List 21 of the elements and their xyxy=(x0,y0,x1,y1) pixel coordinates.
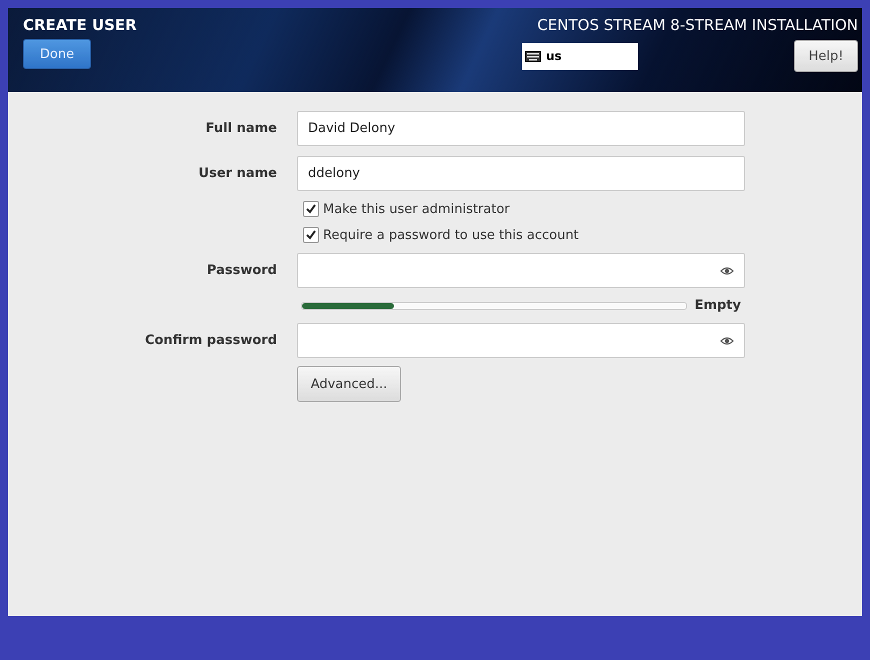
advanced-button[interactable]: Advanced... xyxy=(297,366,401,402)
checkbox-label[interactable]: Require a password to use this account xyxy=(323,228,579,242)
field-label: User name xyxy=(198,166,277,181)
field-label: Confirm password xyxy=(144,333,277,348)
product-title: CENTOS STREAM 8-STREAM INSTALLATION xyxy=(537,16,858,34)
password-field[interactable] xyxy=(297,253,745,288)
help-button[interactable]: Help! xyxy=(794,40,858,72)
password-field[interactable] xyxy=(297,323,745,358)
checkbox[interactable] xyxy=(303,227,319,243)
eye-icon[interactable] xyxy=(720,266,734,276)
screen-title: CREATE USER xyxy=(23,16,137,34)
keyboard-layout-indicator[interactable]: us xyxy=(522,42,638,70)
checkbox[interactable] xyxy=(303,201,319,217)
text-field[interactable]: David Delony xyxy=(297,111,745,146)
checkbox-label[interactable]: Make this user administrator xyxy=(323,202,510,216)
strength-reading: Empty xyxy=(694,298,741,313)
field-label: Password xyxy=(206,263,277,278)
keyboard-icon xyxy=(525,50,541,62)
text-field[interactable]: ddelony xyxy=(297,156,745,191)
field-label: Full name xyxy=(206,121,277,136)
eye-icon[interactable] xyxy=(720,336,734,346)
